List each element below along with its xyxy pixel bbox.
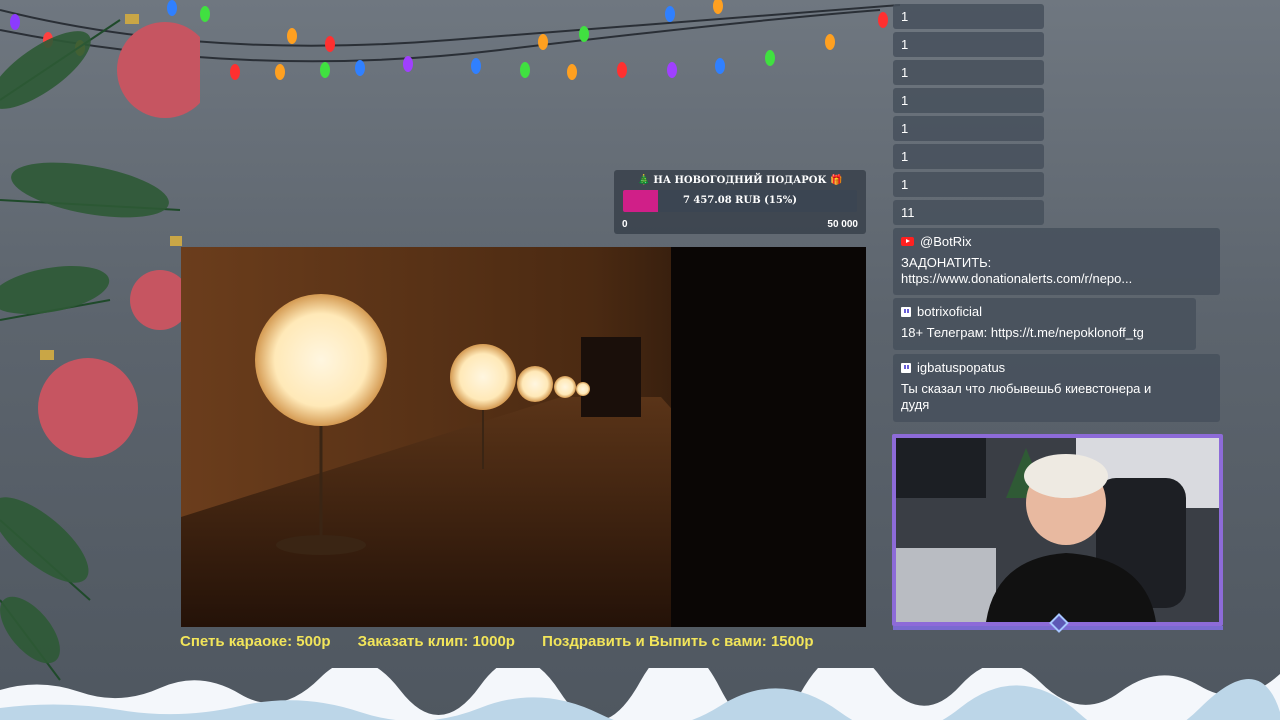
price-clip: Заказать клип: 1000р [357, 633, 515, 650]
chat-text: ЗАДОНАТИТЬ: https://www.donationalerts.c… [901, 255, 1133, 286]
chat-message-number: 1 [893, 32, 1044, 57]
goal-max-label: 50 000 [827, 219, 858, 230]
chat-text: Ты сказал что любывешьб киевстонера и ду… [901, 381, 1152, 412]
chat-username: igbatuspopatus [917, 360, 1006, 375]
donation-goal-widget: 🎄 НА НОВОГОДНИЙ ПОДАРОК 🎁 7 457.08 RUB (… [614, 170, 866, 234]
chat-username: botrixoficial [917, 304, 983, 319]
chat-message-number: 11 [893, 200, 1044, 225]
chat-message-number: 1 [893, 144, 1044, 169]
donation-price-list: Спеть караоке: 500р Заказать клип: 1000р… [180, 633, 837, 650]
goal-title: 🎄 НА НОВОГОДНИЙ ПОДАРОК 🎁 [637, 175, 843, 186]
twitch-icon [901, 362, 911, 373]
chat-message-number: 1 [893, 4, 1044, 29]
goal-amount: 7 457.08 RUB (15%) [682, 195, 798, 206]
chat-message-number: 1 [893, 88, 1044, 113]
chat-message-number: 1 [893, 116, 1044, 141]
video-player[interactable] [181, 247, 866, 627]
price-karaoke: Спеть караоке: 500р [180, 633, 331, 650]
chat-message: botrixoficial 18+ Телеграм: https://t.me… [893, 298, 1196, 350]
goal-progress-bar: 7 457.08 RUB (15%) [623, 190, 857, 212]
chat-message-number: 1 [893, 60, 1044, 85]
chat-message: @BotRix ЗАДОНАТИТЬ: https://www.donation… [893, 228, 1220, 295]
christmas-tree-branches [0, 14, 200, 681]
youtube-icon [901, 237, 914, 246]
video-frame-hallway [181, 247, 866, 627]
webcam-feed [896, 438, 1219, 622]
twitch-icon [901, 306, 911, 317]
webcam-frame [892, 434, 1223, 626]
chat-username: @BotRix [920, 234, 972, 249]
snow-decoration [0, 668, 1280, 720]
goal-min-label: 0 [622, 219, 628, 230]
price-congrats: Поздравить и Выпить с вами: 1500р [542, 633, 814, 650]
chat-message: igbatuspopatus Ты сказал что любывешьб к… [893, 354, 1220, 422]
chat-text: 18+ Телеграм: https://t.me/nepoklonoff_t… [901, 325, 1144, 340]
chat-message-number: 1 [893, 172, 1044, 197]
